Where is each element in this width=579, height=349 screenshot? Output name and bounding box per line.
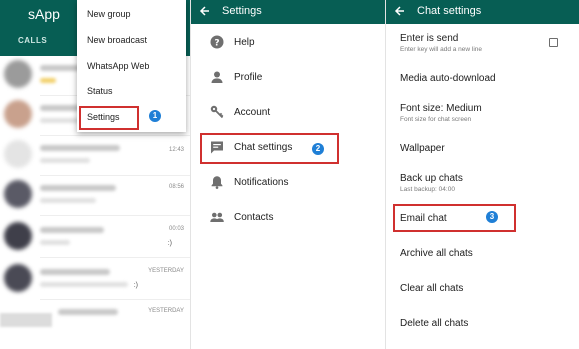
avatar xyxy=(4,264,32,292)
page-title: Chat settings xyxy=(417,5,482,17)
chat-time: 08:56 xyxy=(168,184,184,190)
setting-title: Media auto-download xyxy=(400,73,496,84)
chat-name xyxy=(40,185,116,191)
chat-setting-delete-all-chats[interactable]: Delete all chats xyxy=(386,306,579,341)
chat-list-panel: sApp CALLS 12:43 08:56 00:03 :) YESTERDA… xyxy=(0,0,190,349)
back-arrow-icon[interactable] xyxy=(199,3,213,19)
chat-row[interactable]: YESTERDAY :) xyxy=(0,260,190,300)
chat-time: 12:43 xyxy=(168,147,184,153)
setting-title: Back up chats xyxy=(400,173,463,184)
chat-time: YESTERDAY xyxy=(148,268,184,274)
chat-setting-font-size[interactable]: Font size: Medium Font size for chat scr… xyxy=(386,96,579,131)
settings-item-help[interactable]: ? Help xyxy=(191,26,385,61)
divider xyxy=(40,257,190,258)
chat-preview xyxy=(40,282,128,287)
menu-item-new-group[interactable]: New group xyxy=(77,1,186,27)
chat-time: 00:03 xyxy=(168,226,184,232)
setting-title: Archive all chats xyxy=(400,248,473,259)
chat-name xyxy=(40,227,104,233)
setting-subtitle: Font size for chat screen xyxy=(400,116,472,123)
chat-name xyxy=(40,269,110,275)
settings-item-label: Account xyxy=(234,107,271,118)
setting-title: Enter is send xyxy=(400,33,459,44)
avatar xyxy=(4,222,32,250)
settings-item-profile[interactable]: Profile xyxy=(191,61,385,96)
tab-calls[interactable]: CALLS xyxy=(18,36,47,45)
settings-item-notifications[interactable]: Notifications xyxy=(191,166,385,201)
setting-title: Clear all chats xyxy=(400,283,464,294)
step-badge: 3 xyxy=(486,211,498,223)
key-icon xyxy=(210,105,224,119)
chat-row[interactable]: 12:43 xyxy=(0,136,190,176)
chat-setting-media-auto-download[interactable]: Media auto-download xyxy=(386,61,579,96)
chat-preview xyxy=(40,240,70,245)
step-badge: 2 xyxy=(312,143,324,155)
menu-item-status[interactable]: Status xyxy=(77,78,186,104)
setting-title: Font size: Medium xyxy=(400,103,482,114)
chat-preview-text: :) xyxy=(133,282,138,289)
avatar xyxy=(4,100,32,128)
avatar xyxy=(4,60,32,88)
people-icon xyxy=(210,210,224,224)
person-icon xyxy=(210,70,224,84)
menu-item-whatsapp-web[interactable]: WhatsApp Web xyxy=(77,53,186,79)
blurred-footer xyxy=(0,313,52,327)
step-badge: 1 xyxy=(149,110,161,122)
chat-name xyxy=(58,309,118,315)
setting-subtitle: Enter key will add a new line xyxy=(400,46,483,53)
chat-preview xyxy=(40,198,96,203)
setting-title: Wallpaper xyxy=(400,143,445,154)
settings-panel: Settings ? Help Profile Account Chat set… xyxy=(191,0,385,349)
setting-subtitle: Last backup: 04:00 xyxy=(400,186,455,193)
chat-settings-panel: Chat settings Enter is send Enter key wi… xyxy=(386,0,579,349)
settings-toolbar: Settings xyxy=(191,0,385,24)
divider xyxy=(40,215,190,216)
settings-item-label: Help xyxy=(234,37,255,48)
chat-setting-wallpaper[interactable]: Wallpaper xyxy=(386,131,579,166)
chat-preview xyxy=(40,118,80,123)
chat-time: YESTERDAY xyxy=(148,308,184,314)
back-arrow-icon[interactable] xyxy=(394,3,408,19)
app-title: sApp xyxy=(28,6,60,22)
chat-setting-back-up-chats[interactable]: Back up chats Last backup: 04:00 xyxy=(386,166,579,201)
chat-setting-enter-is-send[interactable]: Enter is send Enter key will add a new l… xyxy=(386,26,579,61)
settings-item-label: Notifications xyxy=(234,177,289,188)
settings-item-label: Contacts xyxy=(234,212,274,223)
setting-title: Delete all chats xyxy=(400,318,469,329)
chat-setting-archive-all-chats[interactable]: Archive all chats xyxy=(386,236,579,271)
chat-preview-emoji xyxy=(40,78,56,83)
settings-item-label: Profile xyxy=(234,72,263,83)
highlight-box xyxy=(79,106,139,130)
avatar xyxy=(4,180,32,208)
help-icon: ? xyxy=(210,35,224,49)
settings-item-contacts[interactable]: Contacts xyxy=(191,201,385,236)
bell-icon xyxy=(210,175,224,189)
svg-text:?: ? xyxy=(214,39,219,49)
enter-is-send-checkbox[interactable] xyxy=(549,38,558,47)
chat-setting-clear-all-chats[interactable]: Clear all chats xyxy=(386,271,579,306)
chat-settings-toolbar: Chat settings xyxy=(386,0,579,24)
chat-preview-text: :) xyxy=(167,240,172,247)
menu-item-new-broadcast[interactable]: New broadcast xyxy=(77,27,186,53)
settings-item-account[interactable]: Account xyxy=(191,96,385,131)
chat-row[interactable]: 00:03 :) xyxy=(0,218,190,258)
page-title: Settings xyxy=(222,5,262,17)
chat-row[interactable]: 08:56 xyxy=(0,176,190,216)
